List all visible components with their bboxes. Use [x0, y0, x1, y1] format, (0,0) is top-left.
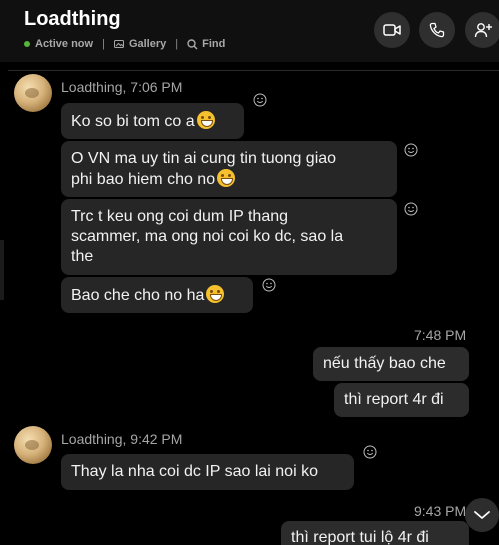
avatar[interactable]	[14, 74, 52, 112]
chevron-down-icon	[474, 511, 490, 519]
online-status-dot	[24, 41, 30, 47]
message-bubble[interactable]: Bao che cho no ha	[61, 277, 253, 313]
video-call-button[interactable]	[374, 12, 410, 48]
reaction-smiley-icon[interactable]	[404, 202, 418, 216]
find-link[interactable]: Find	[187, 38, 225, 50]
scroll-to-bottom-button[interactable]	[465, 498, 499, 532]
search-icon	[187, 38, 198, 49]
message-sender-time: Loadthing, 9:42 PM	[61, 431, 183, 447]
add-participant-button[interactable]	[465, 12, 499, 48]
avatar[interactable]	[14, 426, 52, 464]
gallery-link[interactable]: Gallery	[113, 38, 167, 50]
reaction-smiley-icon[interactable]	[363, 445, 377, 459]
header-divider	[8, 70, 499, 71]
chat-title[interactable]: Loadthing	[24, 8, 121, 31]
gallery-label: Gallery	[128, 38, 167, 50]
message-timestamp: 9:43 PM	[414, 503, 467, 519]
gallery-icon	[113, 40, 124, 48]
message-timestamp: 7:48 PM	[414, 327, 467, 343]
message-bubble[interactable]: Ko so bi tom co a	[61, 103, 244, 139]
separator: |	[102, 38, 105, 50]
message-text: O VN ma uy tin ai cung tin tuong giao ph…	[71, 150, 337, 188]
audio-call-button[interactable]	[419, 12, 455, 48]
phone-icon	[429, 22, 445, 38]
reaction-smiley-icon[interactable]	[262, 278, 276, 292]
message-text: nếu thấy bao che	[323, 355, 446, 372]
message-bubble[interactable]: Trc t keu ong coi dum IP thang scammer, …	[61, 199, 397, 275]
sidebar-edge	[0, 240, 4, 300]
message-text: Thay la nha coi dc IP sao lai noi ko	[71, 463, 318, 480]
grinning-emoji-icon	[217, 169, 236, 187]
message-bubble[interactable]: Thay la nha coi dc IP sao lai noi ko	[61, 454, 354, 490]
message-bubble[interactable]: nếu thấy bao che	[313, 347, 469, 381]
find-label: Find	[202, 38, 226, 50]
chat-subline: Active now | Gallery | Find	[24, 38, 225, 50]
message-text: Bao che cho no ha	[71, 287, 205, 304]
message-text: thì report tui lộ 4r đi	[291, 529, 429, 545]
separator: |	[175, 38, 179, 50]
add-person-icon	[474, 23, 492, 38]
reaction-smiley-icon[interactable]	[253, 93, 267, 107]
video-camera-icon	[383, 24, 401, 36]
message-bubble[interactable]: thì report tui lộ 4r đi	[281, 521, 469, 545]
chat-header: Loadthing Active now | Gallery | Find	[0, 0, 499, 62]
message-bubble[interactable]: thì report 4r đi	[334, 383, 469, 417]
message-sender-time: Loadthing, 7:06 PM	[61, 79, 183, 95]
message-bubble[interactable]: O VN ma uy tin ai cung tin tuong giao ph…	[61, 141, 397, 197]
message-text: Ko so bi tom co a	[71, 113, 195, 130]
message-text: Trc t keu ong coi dum IP thang scammer, …	[71, 208, 344, 265]
grinning-emoji-icon	[206, 285, 225, 303]
grinning-emoji-icon	[196, 111, 215, 129]
reaction-smiley-icon[interactable]	[404, 143, 418, 157]
message-text: thì report 4r đi	[344, 391, 444, 408]
active-status: Active now	[35, 38, 94, 50]
